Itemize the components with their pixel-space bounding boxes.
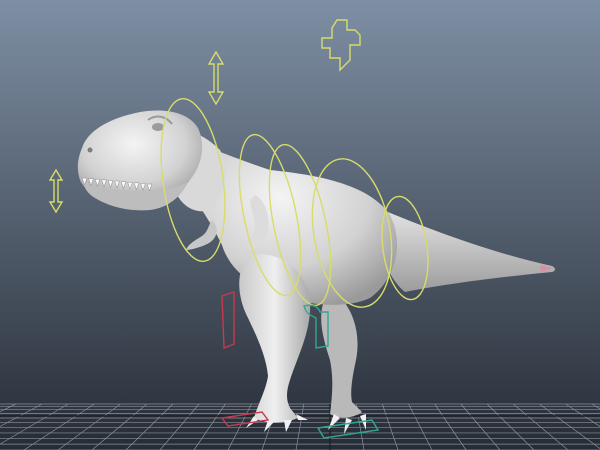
viewport-canvas[interactable]	[0, 0, 600, 450]
3d-viewport[interactable]	[0, 0, 600, 450]
nostril	[87, 147, 93, 153]
eye	[152, 123, 164, 131]
